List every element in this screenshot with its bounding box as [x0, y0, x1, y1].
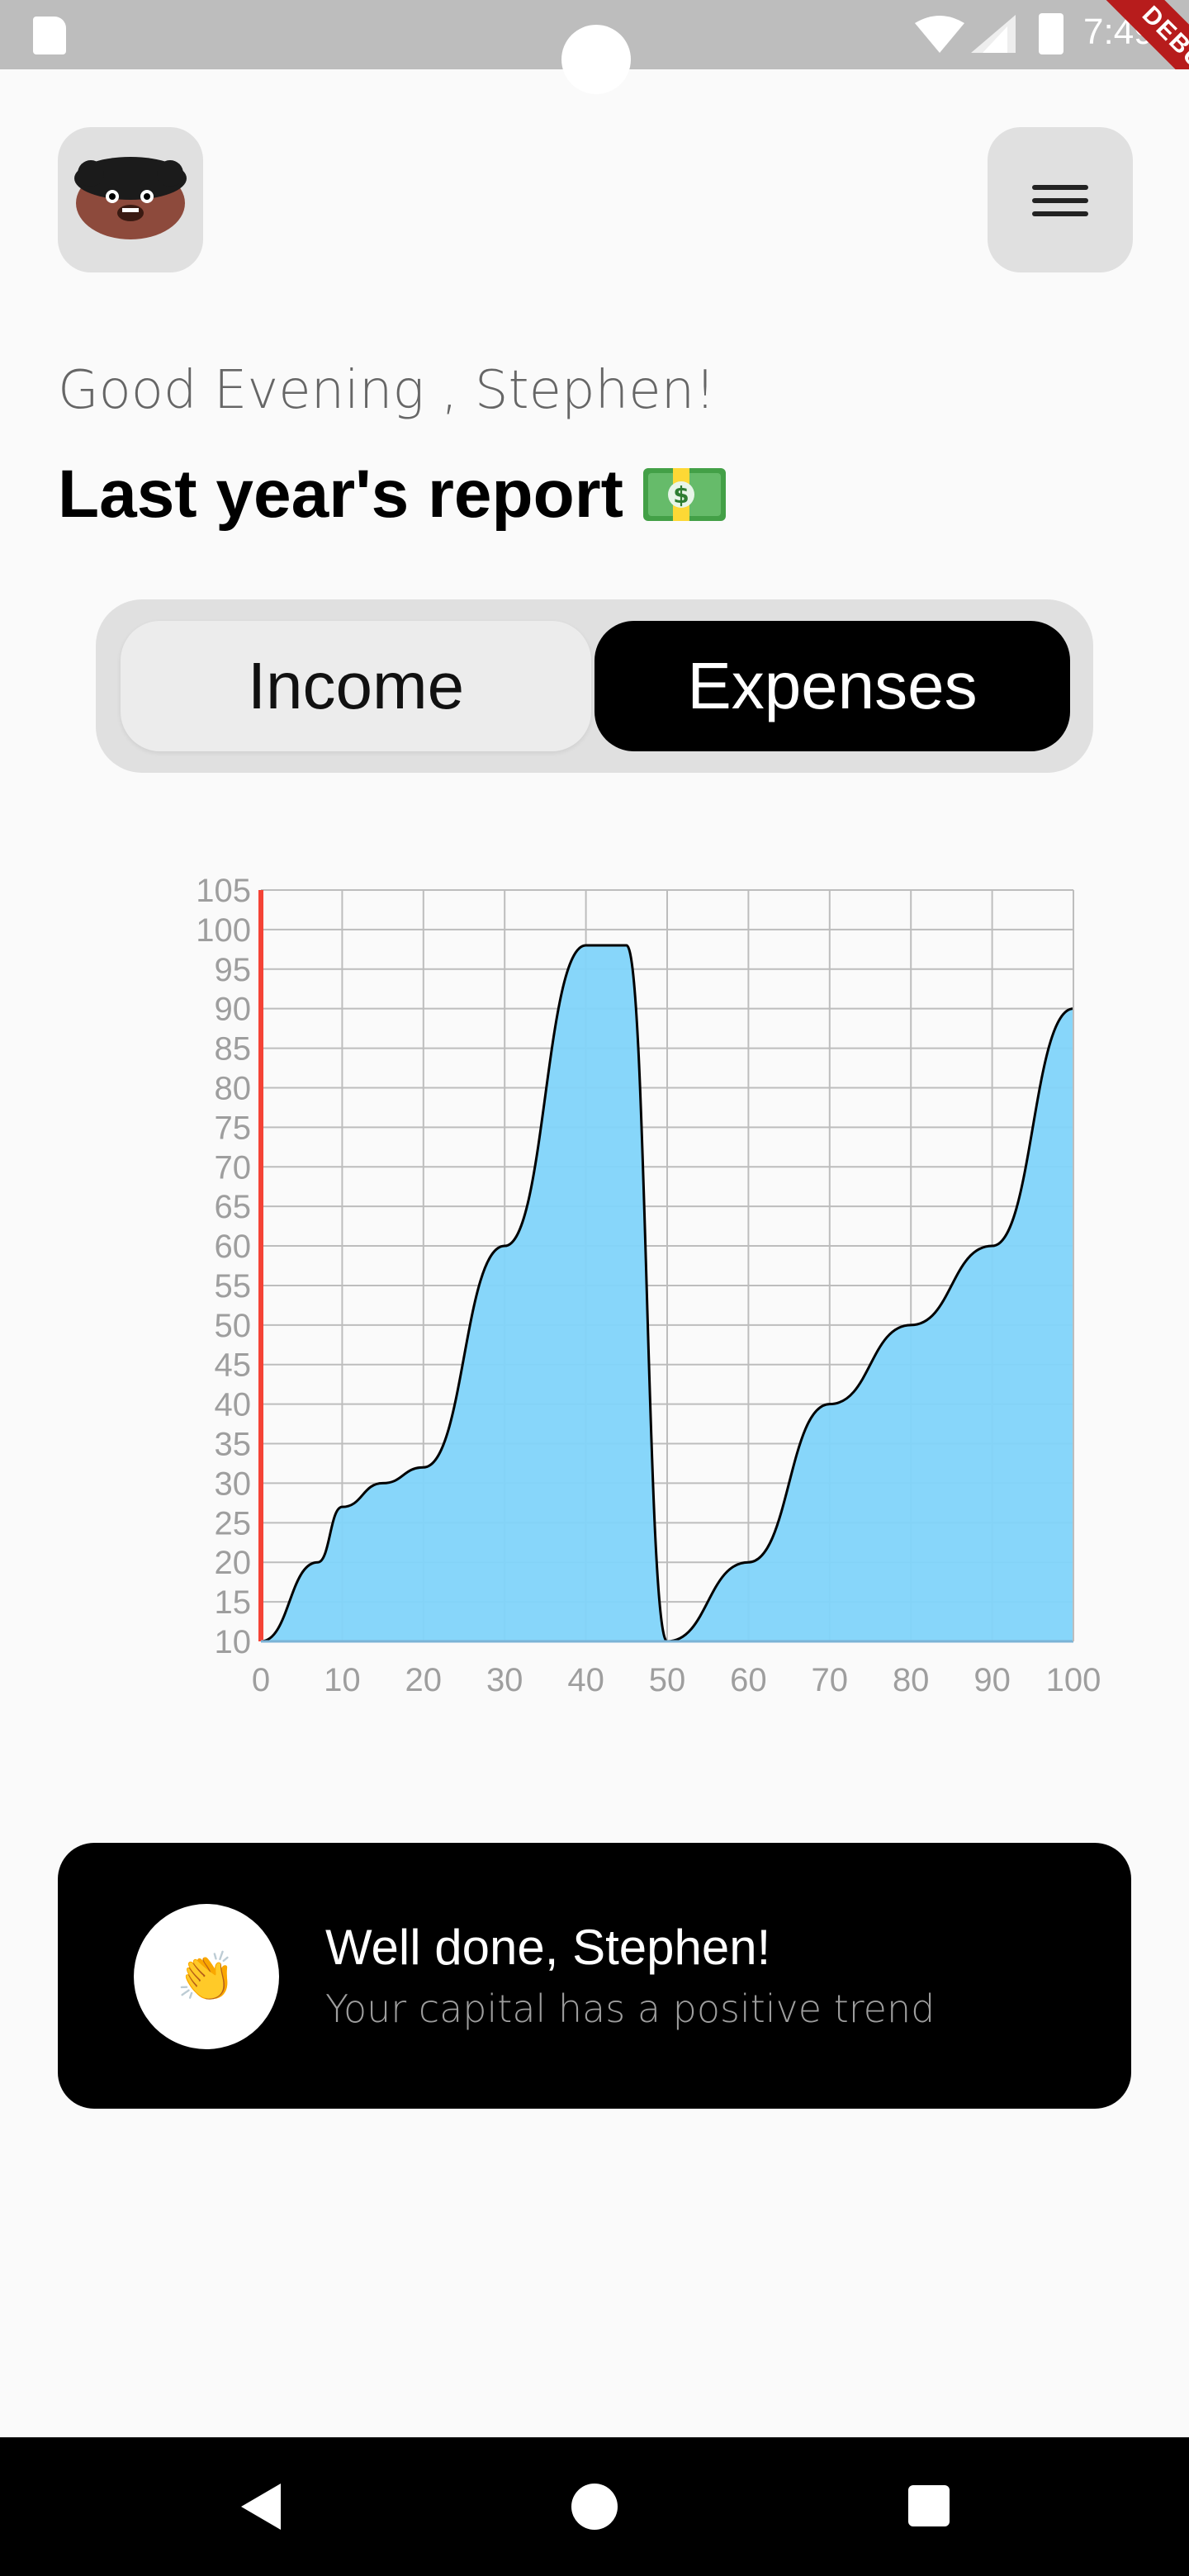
card-icon-badge: 👏: [134, 1904, 279, 2049]
x-tick-label: 100: [1046, 1662, 1101, 1698]
tab-expenses[interactable]: Expenses: [594, 621, 1070, 751]
x-tick-label: 10: [324, 1662, 361, 1698]
camera-cutout: [561, 25, 631, 94]
y-tick-label: 60: [215, 1229, 252, 1265]
y-tick-label: 45: [215, 1347, 252, 1384]
y-tick-label: 105: [196, 873, 251, 909]
x-tick-label: 30: [486, 1662, 523, 1698]
report-title-text: Last year's report: [58, 457, 623, 532]
report-type-tabs: Income Expenses: [96, 599, 1093, 773]
x-tick-label: 0: [252, 1662, 270, 1698]
y-tick-label: 20: [215, 1545, 252, 1581]
battery-icon: [1039, 13, 1063, 54]
y-tick-label: 75: [215, 1110, 252, 1146]
card-title: Well done, Stephen!: [325, 1920, 771, 1975]
x-tick-label: 70: [812, 1662, 849, 1698]
sd-card-icon: [33, 17, 66, 54]
clapping-hands-icon: 👏: [176, 1948, 237, 2005]
signal-icon: [971, 15, 1016, 53]
avatar-memoji-icon: [74, 157, 187, 239]
report-title: Last year's report $: [58, 456, 726, 533]
y-tick-label: 55: [215, 1268, 252, 1305]
x-tick-label: 20: [405, 1662, 443, 1698]
avatar-button[interactable]: [58, 127, 203, 272]
y-tick-label: 65: [215, 1189, 252, 1225]
y-tick-label: 95: [215, 952, 252, 988]
recents-icon[interactable]: [908, 2485, 950, 2526]
y-tick-label: 85: [215, 1031, 252, 1068]
home-icon[interactable]: [571, 2484, 618, 2530]
svg-text:$: $: [673, 481, 689, 509]
menu-button[interactable]: [988, 127, 1133, 272]
wifi-icon: [915, 16, 964, 53]
y-tick-label: 25: [215, 1505, 252, 1541]
trend-card[interactable]: 👏 Well done, Stephen! Your capital has a…: [58, 1843, 1131, 2109]
system-nav-bar: [0, 2437, 1189, 2576]
x-tick-label: 40: [567, 1662, 604, 1698]
y-tick-label: 40: [215, 1387, 252, 1423]
x-tick-label: 60: [730, 1662, 767, 1698]
back-icon[interactable]: [238, 2482, 284, 2531]
y-tick-label: 10: [215, 1624, 252, 1660]
tab-income[interactable]: Income: [121, 621, 591, 751]
expenses-area-chart: 1051009590858075706560555045403530252015…: [196, 873, 1101, 1698]
x-tick-label: 90: [973, 1662, 1011, 1698]
y-tick-label: 50: [215, 1308, 252, 1344]
y-tick-label: 30: [215, 1466, 252, 1502]
y-tick-label: 90: [215, 992, 252, 1028]
y-tick-label: 15: [215, 1584, 252, 1621]
card-subtitle: Your capital has a positive trend: [325, 1986, 936, 2031]
money-bill-icon: $: [642, 468, 726, 521]
y-tick-label: 35: [215, 1427, 252, 1463]
y-tick-label: 80: [215, 1070, 252, 1106]
x-tick-label: 80: [893, 1662, 930, 1698]
x-tick-label: 50: [649, 1662, 686, 1698]
y-tick-label: 70: [215, 1149, 252, 1186]
greeting-text: Good Evening , Stephen!: [58, 360, 716, 421]
y-tick-label: 100: [196, 912, 251, 949]
